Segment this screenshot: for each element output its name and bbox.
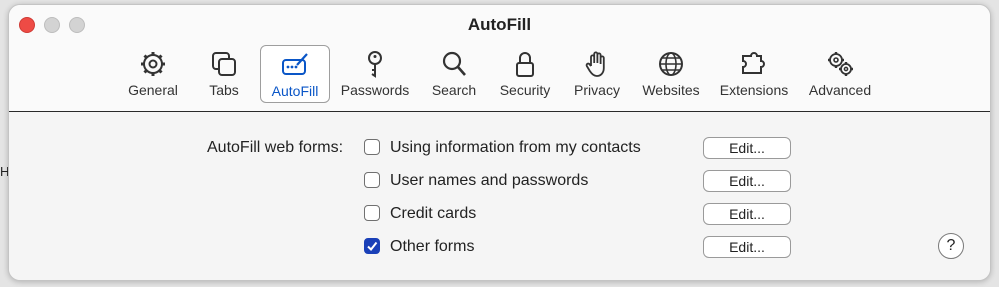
edit-credit-cards-button[interactable]: Edit... bbox=[703, 203, 791, 225]
preferences-window: AutoFill General Tabs AutoFill Passwords… bbox=[8, 4, 991, 281]
puzzle-icon bbox=[742, 52, 765, 74]
other-forms-label: Other forms bbox=[390, 238, 475, 255]
contacts-label: Using information from my contacts bbox=[390, 139, 641, 156]
help-button[interactable]: ? bbox=[938, 233, 964, 259]
credit-cards-checkbox[interactable] bbox=[364, 205, 380, 221]
autofill-icon bbox=[282, 53, 308, 75]
lock-icon bbox=[516, 52, 534, 77]
tab-tabs[interactable]: Tabs bbox=[199, 45, 249, 101]
tab-label: Tabs bbox=[209, 82, 239, 98]
tab-label: Advanced bbox=[808, 82, 872, 98]
tab-advanced[interactable]: Advanced bbox=[803, 45, 877, 101]
autofill-web-forms-label: AutoFill web forms: bbox=[207, 139, 344, 156]
tab-label: General bbox=[128, 82, 178, 98]
edit-passwords-button[interactable]: Edit... bbox=[703, 170, 791, 192]
edit-other-forms-button[interactable]: Edit... bbox=[703, 236, 791, 258]
tab-autofill[interactable]: AutoFill bbox=[260, 45, 330, 103]
contacts-checkbox[interactable] bbox=[364, 139, 380, 155]
tab-label: Websites bbox=[642, 82, 700, 98]
gear-icon bbox=[141, 52, 165, 76]
autofill-pane: AutoFill web forms: Using information fr… bbox=[9, 112, 990, 280]
passwords-checkbox[interactable] bbox=[364, 172, 380, 188]
tab-privacy[interactable]: Privacy bbox=[569, 45, 625, 101]
tab-label: Extensions bbox=[719, 82, 789, 98]
tab-label: AutoFill bbox=[271, 83, 319, 99]
hand-icon bbox=[585, 51, 605, 77]
tab-security[interactable]: Security bbox=[493, 45, 557, 101]
window-title: AutoFill bbox=[467, 15, 532, 34]
globe-icon bbox=[659, 52, 683, 76]
tabs-icon bbox=[212, 52, 236, 76]
preferences-toolbar: General Tabs AutoFill Passwords Search S… bbox=[9, 43, 990, 103]
edit-contacts-button[interactable]: Edit... bbox=[703, 137, 791, 159]
gears-icon bbox=[828, 52, 853, 76]
checkmark-icon bbox=[367, 241, 378, 252]
tab-search[interactable]: Search bbox=[427, 45, 481, 101]
tab-label: Privacy bbox=[574, 82, 620, 98]
other-forms-checkbox[interactable] bbox=[364, 238, 380, 254]
tab-passwords[interactable]: Passwords bbox=[337, 45, 413, 101]
key-icon bbox=[368, 51, 382, 78]
tab-extensions[interactable]: Extensions bbox=[715, 45, 793, 101]
tab-label: Passwords bbox=[340, 82, 410, 98]
tab-label: Security bbox=[499, 82, 551, 98]
passwords-label: User names and passwords bbox=[390, 172, 589, 189]
tab-label: Search bbox=[431, 82, 477, 98]
search-icon bbox=[442, 51, 466, 76]
tab-general[interactable]: General bbox=[121, 45, 185, 101]
tab-websites[interactable]: Websites bbox=[637, 45, 705, 101]
titlebar: AutoFill General Tabs AutoFill Passwords… bbox=[9, 5, 990, 112]
credit-cards-label: Credit cards bbox=[390, 205, 477, 222]
